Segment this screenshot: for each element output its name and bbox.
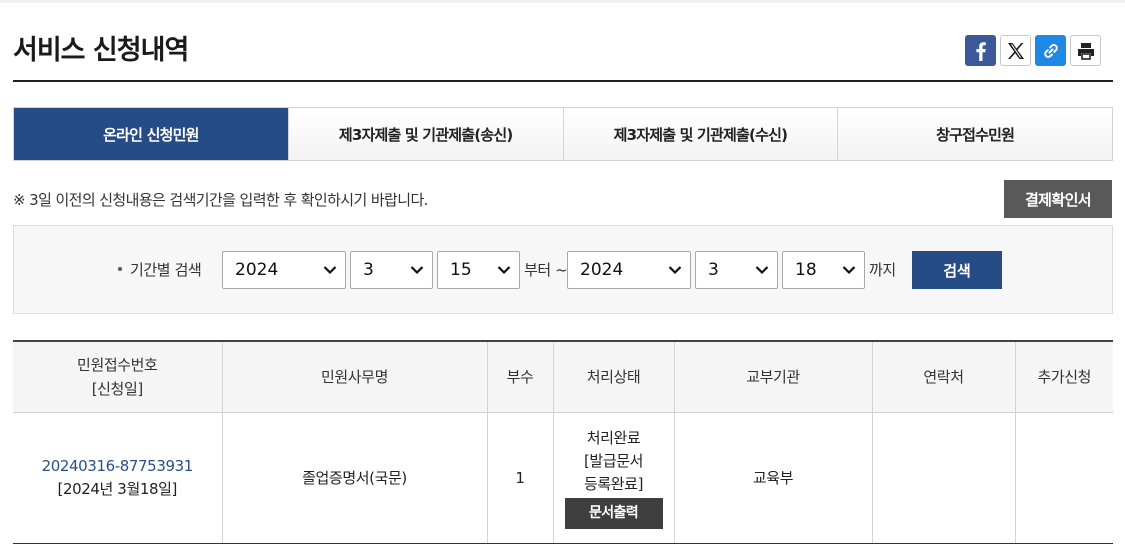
bullet-icon — [118, 266, 122, 271]
header-agency: 교부기관 — [673, 340, 872, 413]
receipt-number-link[interactable]: 20240316-87753931 — [42, 457, 194, 475]
search-button[interactable]: 검색 — [912, 251, 1002, 289]
header-status: 처리상태 — [552, 340, 674, 413]
print-document-button[interactable]: 문서출력 — [564, 498, 663, 529]
to-suffix: 까지 — [869, 261, 896, 279]
from-day-select[interactable]: 15 — [437, 251, 520, 289]
header-receipt-date-text: [신청일] — [91, 380, 144, 398]
to-month-value: 3 — [708, 260, 719, 280]
search-panel: 기간별 검색 2024 3 15 부터 ~ 2024 3 18 까지 검색 — [13, 225, 1113, 314]
title-divider — [13, 80, 1113, 82]
table-row: 20240316-87753931 [2024년 3월18일] 졸업증명서(국문… — [13, 412, 1113, 544]
x-icon[interactable] — [1000, 35, 1031, 66]
to-year-value: 2024 — [580, 260, 624, 280]
to-day-select[interactable]: 18 — [782, 251, 865, 289]
chevron-down-icon — [323, 266, 337, 275]
chevron-down-icon — [755, 266, 769, 275]
chevron-down-icon — [410, 266, 424, 275]
payment-receipt-button[interactable]: 결제확인서 — [1004, 180, 1112, 218]
cell-extra — [1014, 412, 1113, 544]
cell-contact — [871, 412, 1015, 544]
from-suffix: 부터 ~ — [524, 261, 568, 279]
tab-bar: 온라인 신청민원 제3자제출 및 기관제출(송신) 제3자제출 및 기관제출(수… — [13, 107, 1113, 161]
header-service-name: 민원사무명 — [221, 340, 487, 413]
notice-text: ※ 3일 이전의 신청내용은 검색기간을 입력한 후 확인하시기 바랍니다. — [13, 191, 428, 209]
cell-agency: 교육부 — [673, 412, 872, 544]
search-label-text: 기간별 검색 — [130, 261, 202, 279]
chevron-down-icon — [668, 266, 682, 275]
to-month-select[interactable]: 3 — [695, 251, 778, 289]
from-month-select[interactable]: 3 — [350, 251, 433, 289]
chevron-down-icon — [842, 266, 856, 275]
cell-service-name: 졸업증명서(국문) — [221, 412, 487, 544]
header-receipt-no-text: 민원접수번호 — [77, 356, 158, 374]
tab-online-applications[interactable]: 온라인 신청민원 — [14, 108, 288, 160]
facebook-icon[interactable] — [965, 35, 996, 66]
status-detail-2: 등록완료] — [583, 475, 644, 493]
share-toolbar — [965, 35, 1101, 66]
cell-copies: 1 — [486, 412, 553, 544]
application-date: [2024년 3월18일] — [57, 480, 178, 498]
from-year-select[interactable]: 2024 — [222, 251, 346, 289]
page-title: 서비스 신청내역 — [13, 35, 189, 66]
tab-third-party-sent[interactable]: 제3자제출 및 기관제출(송신) — [287, 108, 563, 160]
chevron-down-icon — [497, 266, 511, 275]
to-year-select[interactable]: 2024 — [567, 251, 691, 289]
from-year-value: 2024 — [235, 260, 279, 280]
link-icon[interactable] — [1035, 35, 1066, 66]
header-extra: 추가신청 — [1014, 340, 1113, 413]
from-month-value: 3 — [363, 260, 374, 280]
to-day-value: 18 — [795, 260, 817, 280]
tab-third-party-received[interactable]: 제3자제출 및 기관제출(수신) — [562, 108, 838, 160]
header-contact: 연락처 — [871, 340, 1015, 413]
print-icon[interactable] — [1070, 35, 1101, 66]
header-copies: 부수 — [486, 340, 553, 413]
header-receipt-no: 민원접수번호 [신청일] — [13, 340, 222, 413]
status-text: 처리완료 — [586, 429, 641, 447]
cell-receipt-no: 20240316-87753931 [2024년 3월18일] — [13, 412, 222, 544]
status-detail-1: [발급문서 — [583, 452, 644, 470]
cell-status: 처리완료 [발급문서 등록완료] 문서출력 — [552, 412, 674, 544]
top-border — [0, 0, 1125, 3]
table-header-row: 민원접수번호 [신청일] 민원사무명 부수 처리상태 교부기관 연락처 추가신청 — [13, 340, 1113, 413]
from-day-value: 15 — [450, 260, 472, 280]
tab-counter-applications[interactable]: 창구접수민원 — [837, 108, 1112, 160]
results-table: 민원접수번호 [신청일] 민원사무명 부수 처리상태 교부기관 연락처 추가신청 … — [13, 340, 1113, 544]
search-label: 기간별 검색 — [118, 259, 202, 280]
